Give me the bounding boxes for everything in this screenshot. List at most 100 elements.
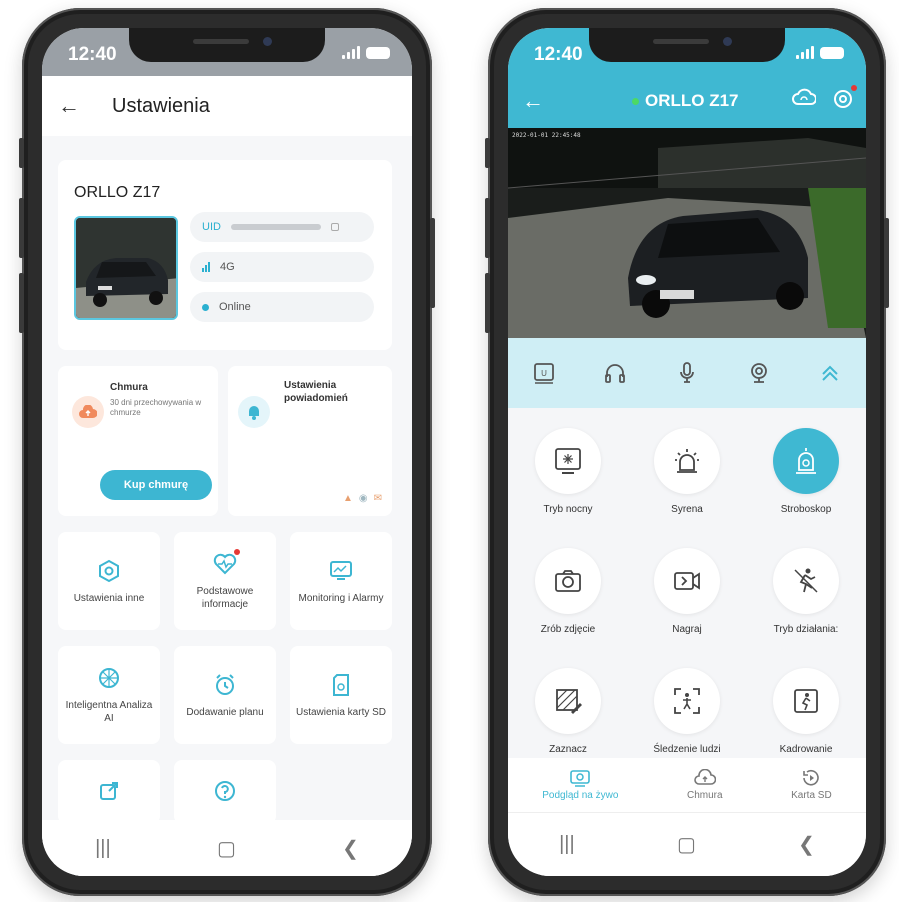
camera-header: ← ORLLO Z17 <box>508 76 866 128</box>
home-icon[interactable]: ▢ <box>677 832 696 857</box>
camera-settings-icon[interactable] <box>832 85 857 115</box>
strobe-icon <box>773 428 839 494</box>
feature-take-photo[interactable]: Zrób zdjęcie <box>508 548 628 635</box>
feature-night-mode[interactable]: Tryb nocny <box>508 428 628 515</box>
mute-switch <box>19 138 24 168</box>
feature-label: Śledzenie ludzi <box>653 744 721 755</box>
network-pill: 4G <box>190 252 374 282</box>
feature-human-tracking[interactable]: Śledzenie ludzi <box>627 668 747 755</box>
tile-label: Ustawienia inne <box>73 592 145 604</box>
chevron-up-icon[interactable] <box>815 358 845 388</box>
live-controls-bar: U <box>508 338 866 408</box>
notification-title: Ustawienia powiadomień <box>284 380 348 404</box>
feature-mark-area[interactable]: Zaznacz <box>508 668 628 755</box>
phone-right: 12:40 ← ORLLO Z17 2022-01-01 22:45:48 U … <box>485 8 889 896</box>
mute-switch <box>485 138 490 168</box>
notification-settings-card[interactable]: Ustawienia powiadomień ▲ ◉ ✉ <box>228 366 392 516</box>
header-actions <box>792 85 857 115</box>
tile-label: Podstawowe informacje <box>196 586 254 610</box>
hexagon-gear-icon <box>96 558 122 584</box>
tile-help[interactable] <box>174 760 276 824</box>
volume-down-button <box>19 273 24 333</box>
notification-type-icons: ▲ ◉ ✉ <box>343 493 382 504</box>
network-type: 4G <box>220 261 235 273</box>
back-arrow-icon[interactable]: ← <box>522 88 544 114</box>
right-screen: 12:40 ← ORLLO Z17 2022-01-01 22:45:48 U … <box>508 28 866 876</box>
uid-label: UID <box>202 221 221 233</box>
tile-add-schedule[interactable]: Dodawanie planu <box>174 646 276 744</box>
tile-sd-settings[interactable]: Ustawienia karty SD <box>290 646 392 744</box>
screen-icon[interactable]: U <box>529 358 559 388</box>
signal-icon <box>796 46 814 59</box>
feature-strobe[interactable]: Stroboskop <box>746 428 866 515</box>
device-thumbnail[interactable] <box>74 216 178 320</box>
svg-text:U: U <box>541 369 547 378</box>
feature-framing[interactable]: Kadrowanie <box>746 668 866 755</box>
tab-sd-card[interactable]: Karta SD <box>791 769 832 801</box>
new-badge <box>234 549 240 555</box>
motion-alert-icon: ◉ <box>358 493 368 504</box>
feature-label: Zaznacz <box>549 744 587 755</box>
volume-up-button <box>19 198 24 258</box>
back-nav-icon[interactable]: ❮ <box>798 832 815 857</box>
live-video-view[interactable]: 2022-01-01 22:45:48 <box>508 128 866 338</box>
cloud-card[interactable]: Chmura 30 dni przechowywania w chmurze K… <box>58 366 218 516</box>
alarm-clock-icon <box>212 672 238 698</box>
tile-share[interactable] <box>58 760 160 824</box>
feature-operating-mode[interactable]: Tryb działania: <box>746 548 866 635</box>
person-alert-icon: ▲ <box>342 493 353 504</box>
recent-apps-icon[interactable]: ||| <box>95 837 111 860</box>
status-time: 12:40 <box>534 44 583 65</box>
share-icon <box>96 778 122 804</box>
bell-icon <box>238 396 270 428</box>
headphones-icon[interactable] <box>600 358 630 388</box>
video-frame <box>508 128 866 338</box>
feature-siren[interactable]: Syrena <box>627 428 747 515</box>
tile-basic-info[interactable]: Podstawowe informacje <box>174 532 276 630</box>
device-card[interactable]: ORLLO Z17 UID 4G Online <box>58 160 392 350</box>
online-dot-icon <box>632 97 639 105</box>
sd-card-icon <box>328 672 354 698</box>
tile-monitoring-alarms[interactable]: Monitoring i Alarmy <box>290 532 392 630</box>
tab-cloud[interactable]: Chmura <box>687 769 723 801</box>
message-alert-icon: ✉ <box>373 493 382 504</box>
monitor-alarm-icon <box>328 558 354 584</box>
camera-icon[interactable] <box>744 358 774 388</box>
cloud-icon[interactable] <box>792 88 817 115</box>
feature-record[interactable]: Nagraj <box>627 548 747 635</box>
buy-cloud-button[interactable]: Kup chmurę <box>100 470 212 500</box>
heart-pulse-icon <box>212 549 240 577</box>
tile-other-settings[interactable]: Ustawienia inne <box>58 532 160 630</box>
system-nav-bar: ||| ▢ ❮ <box>508 812 866 876</box>
status-icons <box>796 46 844 59</box>
cloud-upload-icon <box>72 396 104 428</box>
back-nav-icon[interactable]: ❮ <box>342 836 359 861</box>
tab-live-view[interactable]: Podgląd na żywo <box>542 769 618 801</box>
home-icon[interactable]: ▢ <box>217 836 236 861</box>
camera-title: ORLLO Z17 <box>645 91 739 110</box>
tile-label: Monitoring i Alarmy <box>298 592 384 604</box>
notch <box>129 28 325 62</box>
feature-label: Kadrowanie <box>779 744 833 755</box>
status-pill: Online <box>190 292 374 322</box>
app-header: ← Ustawienia <box>42 76 412 136</box>
uid-value-masked <box>230 224 321 230</box>
draw-area-icon <box>535 668 601 734</box>
copy-icon[interactable] <box>330 223 339 231</box>
tab-label: Karta SD <box>791 790 832 801</box>
left-screen: 12:40 ← Ustawienia ORLLO Z17 UID 4G Onli… <box>42 28 412 876</box>
recent-apps-icon[interactable]: ||| <box>559 833 575 856</box>
feature-label: Tryb działania: <box>773 624 839 635</box>
bottom-tab-bar: Podgląd na żywo Chmura Karta SD <box>508 758 866 812</box>
device-status: Online <box>219 301 251 313</box>
night-mode-icon <box>535 428 601 494</box>
tile-ai-analysis[interactable]: Inteligentna Analiza AI <box>58 646 160 744</box>
power-button <box>884 218 889 308</box>
microphone-icon[interactable] <box>672 358 702 388</box>
system-nav-bar: ||| ▢ ❮ <box>42 820 412 876</box>
battery-icon <box>366 47 390 59</box>
back-arrow-icon[interactable]: ← <box>58 93 94 119</box>
cloud-title: Chmura <box>110 382 148 393</box>
online-dot-icon <box>202 303 209 311</box>
feature-label: Zrób zdjęcie <box>540 624 596 635</box>
